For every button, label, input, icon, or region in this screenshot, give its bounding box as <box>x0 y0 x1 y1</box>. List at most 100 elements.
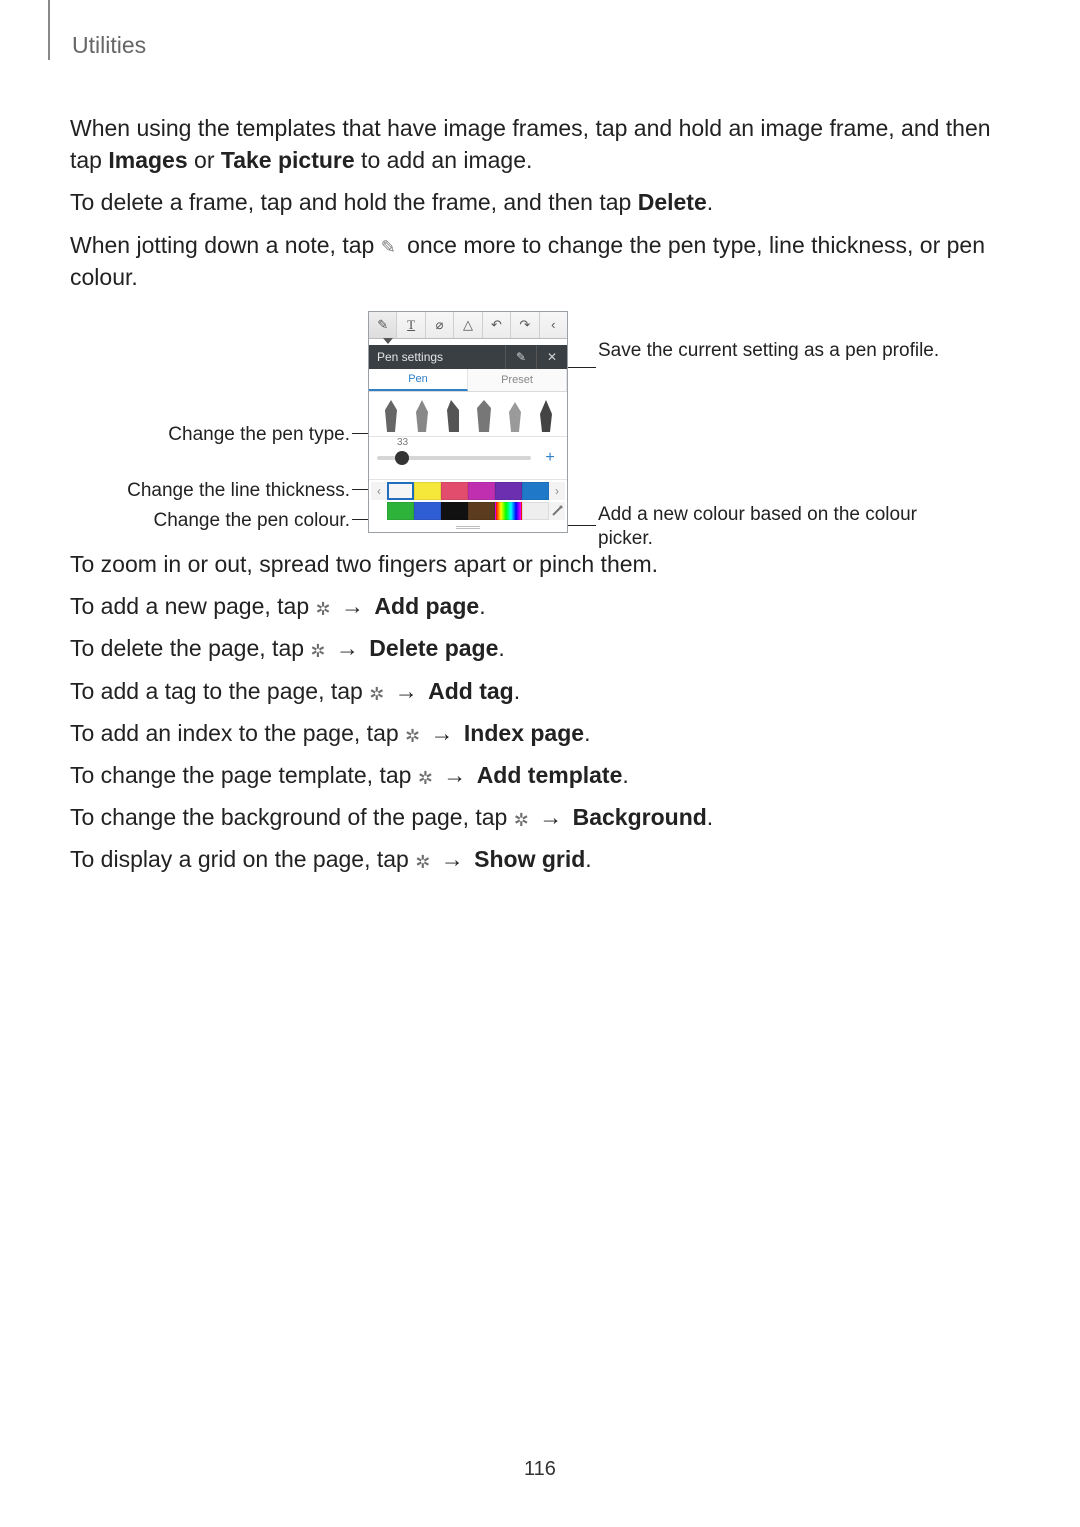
action-target: Index page <box>464 720 584 746</box>
arrow-icon: → <box>335 593 371 619</box>
gear-icon: ✲ <box>415 850 430 875</box>
action-target: Background <box>573 804 707 830</box>
text: or <box>188 147 221 173</box>
thickness-slider-row: 33 + <box>369 437 567 480</box>
text: . <box>498 635 504 661</box>
pen-type-option[interactable] <box>443 398 463 432</box>
label-images: Images <box>108 147 187 173</box>
paragraph-image-frames: When using the templates that have image… <box>70 112 1010 176</box>
thickness-increase-button[interactable]: + <box>541 450 559 466</box>
active-tool-indicator <box>369 339 567 345</box>
callout-save-profile: Save the current setting as a pen profil… <box>598 339 948 363</box>
text: To add an index to the page, tap <box>70 720 405 746</box>
colour-swatch[interactable] <box>522 482 549 500</box>
label-take-picture: Take picture <box>221 147 355 173</box>
colour-picker-button[interactable] <box>549 502 565 520</box>
arrow-icon: → <box>330 635 366 661</box>
action-line: To display a grid on the page, tap ✲ → S… <box>70 843 1010 875</box>
panel-grabber[interactable] <box>369 522 567 532</box>
pen-settings-title: Pen settings <box>369 345 505 369</box>
text: . <box>707 804 713 830</box>
collapse-button[interactable]: ‹ <box>540 312 567 338</box>
tab-pen[interactable]: Pen <box>369 369 468 391</box>
text: To add a new page, tap <box>70 593 316 619</box>
action-target: Delete page <box>369 635 498 661</box>
callout-line-thickness: Change the line thickness. <box>70 479 350 503</box>
eraser-tool-button[interactable]: ⌀ <box>426 312 454 338</box>
text: To change the page template, tap <box>70 762 418 788</box>
pen-settings-header: Pen settings ✎ ✕ <box>369 345 567 369</box>
pen-settings-panel: ✎ T ⌀ △ ↶ ↷ ‹ Pen settings ✎ ✕ Pen <box>368 311 568 533</box>
swatch-prev-button[interactable]: ‹ <box>371 482 387 500</box>
action-line: To delete the page, tap ✲ → Delete page. <box>70 632 1010 664</box>
text-tool-button[interactable]: T <box>397 312 425 338</box>
page-number: 116 <box>0 1458 1080 1481</box>
pen-settings-tabs: Pen Preset <box>369 369 567 392</box>
redo-button[interactable]: ↷ <box>511 312 539 338</box>
colour-swatch[interactable] <box>522 502 549 520</box>
section-title: Utilities <box>72 32 146 59</box>
pen-icon: ✎ <box>377 317 388 333</box>
text: To add a tag to the page, tap <box>70 678 369 704</box>
colour-swatch[interactable] <box>468 502 495 520</box>
colour-swatch[interactable] <box>441 502 468 520</box>
swatch-next-button[interactable]: › <box>549 482 565 500</box>
text: . <box>622 762 628 788</box>
paragraph-delete-frame: To delete a frame, tap and hold the fram… <box>70 186 1010 218</box>
tab-preset[interactable]: Preset <box>468 369 567 391</box>
swatch-row: ‹ › <box>371 482 565 500</box>
action-target: Add template <box>477 762 623 788</box>
colour-swatch[interactable] <box>387 482 414 500</box>
colour-swatches: ‹ › <box>369 480 567 520</box>
arrow-icon: → <box>434 846 470 872</box>
arrow-icon: → <box>424 720 460 746</box>
action-line: To change the page template, tap ✲ → Add… <box>70 759 1010 791</box>
shape-tool-button[interactable]: △ <box>454 312 482 338</box>
gear-icon: ✲ <box>405 724 420 749</box>
thickness-slider[interactable] <box>377 456 531 460</box>
callout-add-colour: Add a new colour based on the colour pic… <box>598 503 948 551</box>
undo-button[interactable]: ↶ <box>483 312 511 338</box>
colour-swatch[interactable] <box>468 482 495 500</box>
pen-type-option[interactable] <box>381 398 401 432</box>
content-block: When using the templates that have image… <box>70 112 1010 601</box>
text: . <box>585 846 591 872</box>
colour-swatch[interactable] <box>495 502 522 520</box>
colour-swatch[interactable] <box>441 482 468 500</box>
action-target: Add page <box>374 593 479 619</box>
text: To display a grid on the page, tap <box>70 846 415 872</box>
paragraph-pen-note: When jotting down a note, tap once more … <box>70 229 1010 293</box>
arrow-icon: → <box>533 804 569 830</box>
gear-icon: ✲ <box>418 766 433 791</box>
pen-type-option[interactable] <box>412 398 432 432</box>
actions-list: To zoom in or out, spread two fingers ap… <box>70 548 1010 886</box>
pen-type-option[interactable] <box>536 398 556 432</box>
pen-icon <box>381 239 401 255</box>
save-profile-button[interactable]: ✎ <box>505 345 536 369</box>
arrow-icon: → <box>388 678 424 704</box>
action-line: To add a tag to the page, tap ✲ → Add ta… <box>70 675 1010 707</box>
callout-pen-colour: Change the pen colour. <box>70 509 350 533</box>
colour-swatch[interactable] <box>387 502 414 520</box>
pen-type-row <box>369 392 567 437</box>
action-target: Add tag <box>428 678 514 704</box>
callout-pen-type: Change the pen type. <box>70 423 350 447</box>
action-line: To add a new page, tap ✲ → Add page. <box>70 590 1010 622</box>
action-line: To change the background of the page, ta… <box>70 801 1010 833</box>
text: To delete a frame, tap and hold the fram… <box>70 189 638 215</box>
colour-swatch[interactable] <box>495 482 522 500</box>
text: to add an image. <box>355 147 533 173</box>
pen-type-option[interactable] <box>505 398 525 432</box>
swatch-row-inner <box>387 482 549 500</box>
close-panel-button[interactable]: ✕ <box>536 345 567 369</box>
colour-swatch[interactable] <box>414 482 441 500</box>
arrow-icon: → <box>437 762 473 788</box>
document-page: Utilities When using the templates that … <box>0 0 1080 1527</box>
pen-tool-button[interactable]: ✎ <box>369 312 397 338</box>
pen-type-option[interactable] <box>474 398 494 432</box>
thickness-value: 33 <box>397 437 408 448</box>
colour-swatch[interactable] <box>414 502 441 520</box>
panel-toolbar: ✎ T ⌀ △ ↶ ↷ ‹ <box>369 312 567 339</box>
slider-knob[interactable] <box>395 451 409 465</box>
text: . <box>584 720 590 746</box>
